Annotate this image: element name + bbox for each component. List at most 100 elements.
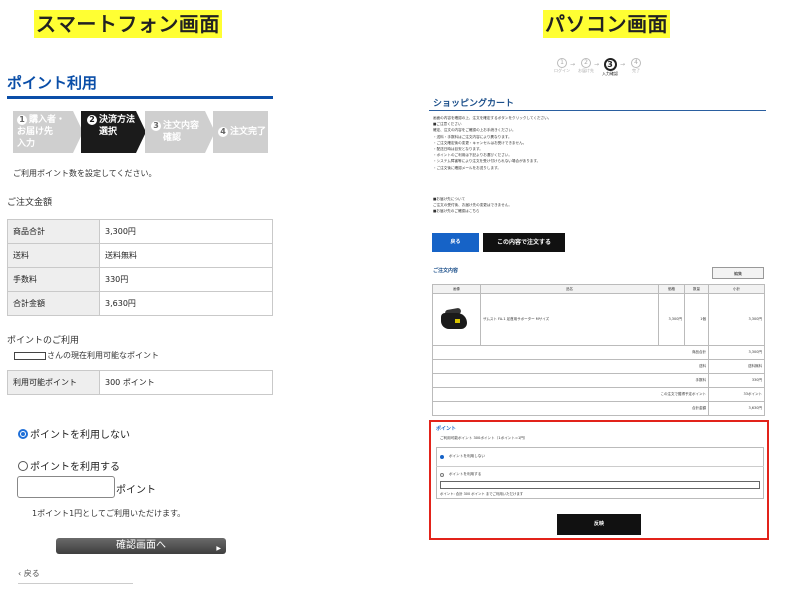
- product-qty: 1個: [684, 293, 709, 346]
- summary-row: 合計金額 3,630円: [432, 401, 765, 416]
- table-row: ザムスト FA-1 足首用サポーター Mサイズ 3,300円 1個 3,300円: [432, 293, 765, 346]
- confirm-button[interactable]: 確認画面へ ▶: [56, 538, 226, 554]
- product-image-logo: [455, 318, 460, 323]
- summary-value: 3,300円: [708, 345, 765, 360]
- arrow-right-icon: →: [570, 61, 576, 68]
- column-header: 数量: [684, 284, 709, 294]
- divider: [436, 466, 764, 467]
- points-table: 利用可能ポイント 300 ポイント: [7, 370, 273, 395]
- pc-points-title: ポイント: [436, 426, 457, 432]
- step-label: 決済方法: [99, 115, 136, 125]
- pc-apply-button[interactable]: 反映: [557, 514, 641, 535]
- masked-name: [14, 351, 46, 360]
- summary-label: 送料: [432, 359, 709, 374]
- step-1: 1 購入者・ お届け先 入力: [13, 111, 83, 153]
- table-row: 送料 送料無料: [7, 243, 273, 268]
- pc-step-2: 2 お届け先: [577, 58, 595, 74]
- row-label: 送料: [7, 243, 100, 268]
- product-name[interactable]: ザムスト FA-1 足首用サポーター Mサイズ: [480, 293, 659, 346]
- step-label: 選択: [99, 127, 118, 137]
- pc-step-4: 4 完了: [627, 58, 645, 74]
- edit-button[interactable]: 編集: [712, 267, 764, 279]
- row-label: 利用可能ポイント: [7, 370, 100, 395]
- step-number: 1: [557, 58, 567, 68]
- points-owner-text: さんの現在利用可能なポイント: [47, 351, 159, 360]
- product-price: 3,300円: [658, 293, 685, 346]
- summary-label: この注文で獲得予定ポイント: [432, 387, 709, 402]
- points-owner-line: さんの現在利用可能なポイント: [14, 350, 159, 361]
- pc-step-3: 3 入力確認: [601, 58, 619, 77]
- summary-row: この注文で獲得予定ポイント 33ポイント: [432, 387, 765, 402]
- summary-row: 手数料 330円: [432, 373, 765, 388]
- row-label: 合計金額: [7, 291, 100, 316]
- radio-icon[interactable]: [18, 460, 28, 471]
- radio-selected-icon[interactable]: [18, 428, 28, 439]
- back-link[interactable]: ‹ 戻る: [18, 568, 40, 579]
- option-label: ポイントを利用する: [449, 472, 482, 476]
- pc-points-input[interactable]: [440, 481, 760, 489]
- order-contents-title: ご注文内容: [433, 268, 459, 274]
- pc-place-order-button[interactable]: この内容で注文する: [483, 233, 565, 252]
- step-3: 3 注文内容 確認: [145, 111, 215, 153]
- row-value: 3,300円: [99, 219, 273, 244]
- table-row: 手数料 330円: [7, 267, 273, 292]
- chevron-left-icon: ‹: [18, 569, 22, 578]
- summary-label: 商品合計: [432, 345, 709, 360]
- row-value: 330円: [99, 267, 273, 292]
- summary-row: 商品合計 3,300円: [432, 345, 765, 360]
- column-header: 画像: [432, 284, 481, 294]
- table-header-row: 画像 品名 価格 数量 小計: [432, 284, 765, 294]
- step-label: 注文内容: [163, 121, 200, 131]
- summary-row: 送料 送料無料: [432, 359, 765, 374]
- table-row: 商品合計 3,300円: [7, 219, 273, 244]
- pc-option-use-points[interactable]: ポイントを利用する: [440, 472, 481, 477]
- back-link-label: 戻る: [23, 569, 40, 578]
- row-label: 商品合計: [7, 219, 100, 244]
- radio-icon[interactable]: [440, 472, 444, 477]
- points-input[interactable]: [17, 476, 115, 498]
- pc-checkout-steps: 1 ログイン → 2 お届け先 → 3 入力確認 → 4 完了: [553, 58, 648, 80]
- row-value: 送料無料: [99, 243, 273, 268]
- points-unit: ポイント: [116, 485, 156, 496]
- instruction-text: ご利用ポイント数を設定してください。: [13, 169, 157, 178]
- summary-label: 手数料: [432, 373, 709, 388]
- step-label: 入力確認: [602, 71, 618, 76]
- option-use-points[interactable]: ポイントを利用する: [18, 458, 120, 473]
- radio-selected-icon[interactable]: [440, 454, 444, 459]
- pc-back-button[interactable]: 戻る: [432, 233, 479, 252]
- confirm-button-label: 確認画面へ: [116, 540, 166, 551]
- step-number: 3: [151, 121, 161, 131]
- step-label: お届け先: [17, 127, 54, 137]
- option-label: ポイントを利用しない: [449, 454, 485, 458]
- product-image: [435, 305, 469, 335]
- step-label: 注文完了: [230, 127, 267, 137]
- option-label: ポイントを利用する: [30, 462, 120, 473]
- intro-line: ■お届け先のご確認はこちら: [433, 209, 480, 214]
- step-number: 2: [581, 58, 591, 68]
- step-number: 1: [17, 115, 27, 125]
- divider: [18, 583, 133, 584]
- table-row: 利用可能ポイント 300 ポイント: [7, 370, 273, 395]
- amount-section-title: ご注文金額: [7, 198, 53, 208]
- cart-intro-text: 画面の内容を確認の上、注文を確定するボタンをクリックしてください。 ■ご注意くだ…: [433, 115, 763, 171]
- step-label: お届け先: [578, 68, 594, 73]
- points-section-title: ポイントのご利用: [7, 336, 80, 346]
- pc-step-1: 1 ログイン: [553, 58, 571, 74]
- checkout-steps: 1 購入者・ お届け先 入力 2 決済方法 選択 3 注文内容 確認 4 注文完了: [13, 111, 268, 153]
- option-label: ポイントを利用しない: [30, 430, 130, 441]
- row-value: 300 ポイント: [99, 370, 273, 395]
- summary-value: 330円: [708, 373, 765, 388]
- summary-label: 合計金額: [432, 401, 709, 416]
- step-label: 入力: [17, 139, 36, 149]
- order-table: 画像 品名 価格 数量 小計 ザムスト FA-1 足首用サポーター Mサイズ 3…: [432, 284, 765, 416]
- table-row: 合計金額 3,630円: [7, 291, 273, 316]
- pc-option-no-points[interactable]: ポイントを利用しない: [440, 454, 485, 459]
- title-underline: [7, 96, 273, 99]
- step-label: 購入者・: [29, 115, 66, 125]
- cart-title-underline: [429, 110, 766, 111]
- summary-value: 3,630円: [708, 401, 765, 416]
- product-subtotal: 3,300円: [708, 293, 765, 346]
- points-help-text: 1ポイント1円としてご利用いただけます。: [32, 509, 186, 518]
- column-header: 品名: [480, 284, 659, 294]
- option-no-points[interactable]: ポイントを利用しない: [18, 426, 130, 441]
